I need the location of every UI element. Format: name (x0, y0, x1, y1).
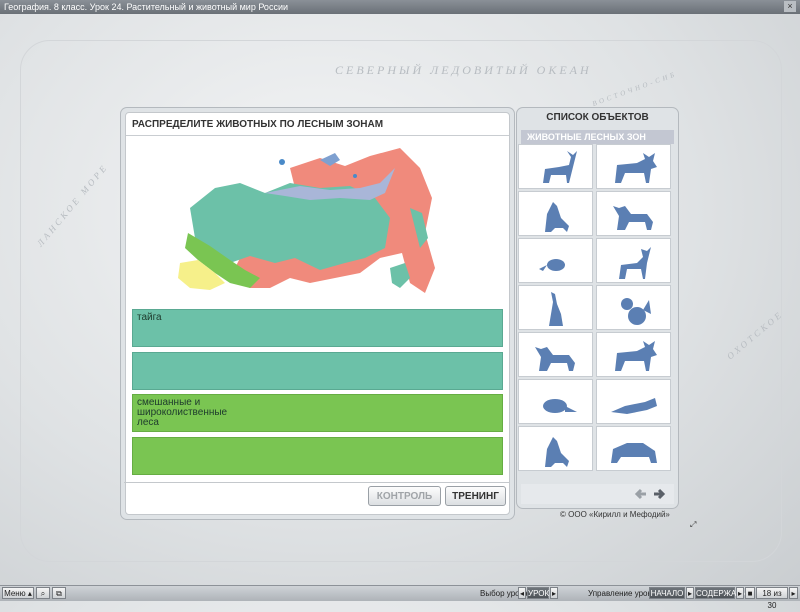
lynx-icon (535, 347, 575, 371)
object-list-category: ЖИВОТНЫЕ ЛЕСНЫХ ЗОН (521, 130, 674, 144)
window-title: География. 8 класс. Урок 24. Растительны… (4, 2, 288, 12)
zone-mixed-forest-label: смешанные и широколиственные леса (132, 394, 503, 432)
nav-next-button[interactable]: ▸ (686, 587, 694, 599)
mouse-icon (539, 259, 565, 271)
animal-card-reindeer[interactable] (596, 238, 671, 283)
russia-zones-map (178, 148, 435, 293)
start-button[interactable]: НАЧАЛО (649, 587, 685, 599)
menu-label: Меню (4, 589, 26, 598)
animal-card-lynx[interactable] (596, 191, 671, 236)
bottom-toolbar: Меню ▴ ⌕ ⧉ Выбор урока: ◂ УРОК ▸ Управле… (0, 585, 800, 610)
sable-icon (611, 398, 657, 414)
animal-card-squirrel[interactable] (596, 285, 671, 330)
close-window-button[interactable]: × (784, 1, 796, 12)
zone-taiga-label: тайга (132, 309, 503, 347)
animal-card-deer[interactable] (518, 144, 593, 189)
copy-button[interactable]: ⧉ (52, 587, 66, 599)
expand-icon[interactable]: ⤢ (690, 520, 698, 529)
lesson-prev-button[interactable]: ◂ (518, 587, 526, 599)
zone-taiga-dropzone[interactable] (132, 352, 503, 390)
animal-card-bear[interactable] (596, 426, 671, 471)
map-arctic-island (279, 159, 285, 165)
squirrel-icon (621, 298, 651, 325)
animal-card-sable[interactable] (596, 379, 671, 424)
animal-card-mouse[interactable] (518, 238, 593, 283)
search-button[interactable]: ⌕ (36, 587, 50, 599)
page-indicator: 18 из 30 (756, 587, 788, 610)
animal-card-lynx-2[interactable] (518, 332, 593, 377)
lesson-button[interactable]: УРОК (527, 587, 549, 599)
animal-card-wolf-2[interactable] (518, 426, 593, 471)
reindeer-icon (619, 247, 651, 279)
background-ocean-label: СЕВЕРНЫЙ ЛЕДОВИТЫЙ ОКЕАН (335, 63, 592, 77)
task-title: РАСПРЕДЕЛИТЕ ЖИВОТНЫХ ПО ЛЕСНЫМ ЗОНАМ (132, 119, 384, 130)
animal-card-wolf[interactable] (518, 191, 593, 236)
map-arctic-island-2 (353, 174, 357, 178)
wolf-icon (545, 437, 569, 467)
deer-icon (543, 151, 577, 183)
contents-button[interactable]: СОДЕРЖАНИЕ (695, 587, 753, 599)
bear-icon (611, 443, 657, 463)
object-list-panel: СПИСОК ОБЪЕКТОВ ЖИВОТНЫЕ ЛЕСНЫХ ЗОН (517, 108, 678, 508)
animal-card-moose[interactable] (596, 144, 671, 189)
beaver-icon (543, 399, 577, 413)
menu-button[interactable]: Меню ▴ (2, 587, 34, 599)
zone-mixed-forest-dropzone[interactable] (132, 437, 503, 475)
object-list-title: СПИСОК ОБЪЕКТОВ (546, 112, 649, 123)
prev-page-icon[interactable] (634, 487, 648, 501)
animal-card-hare[interactable] (518, 285, 593, 330)
next-page-icon[interactable] (652, 487, 666, 501)
moose-icon (615, 153, 657, 183)
nav-next2-button[interactable]: ▸ (736, 587, 744, 599)
hare-icon (549, 292, 563, 326)
lynx-icon (613, 206, 653, 230)
title-divider (126, 135, 509, 136)
animal-card-moose-2[interactable] (596, 332, 671, 377)
footer-divider (124, 482, 509, 483)
animal-card-beaver[interactable] (518, 379, 593, 424)
moose-icon (615, 341, 657, 371)
camera-icon[interactable]: ■ (745, 587, 755, 599)
copyright-text: © ООО «Кирилл и Мефодий» (560, 510, 670, 519)
control-button[interactable]: КОНТРОЛЬ (368, 486, 441, 506)
page-next-button[interactable]: ▸ (789, 587, 798, 599)
wolf-icon (545, 202, 569, 232)
lesson-next-button[interactable]: ▸ (550, 587, 558, 599)
training-button[interactable]: ТРЕНИНГ (445, 486, 506, 506)
window-titlebar: География. 8 класс. Урок 24. Растительны… (0, 0, 800, 14)
